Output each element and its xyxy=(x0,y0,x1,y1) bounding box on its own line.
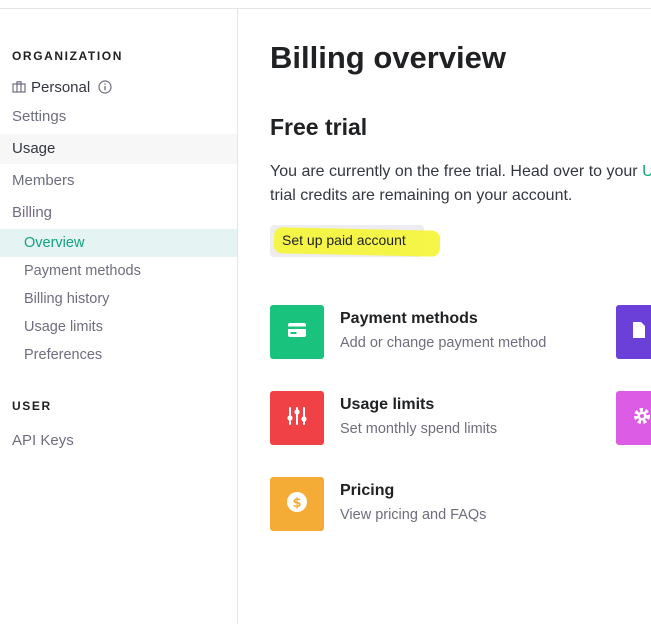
trial-description: You are currently on the free trial. Hea… xyxy=(270,160,651,208)
sidebar-subitem-overview[interactable]: Overview xyxy=(0,229,237,257)
info-icon[interactable] xyxy=(98,80,112,94)
main-content: Billing overview Free trial You are curr… xyxy=(270,0,651,624)
org-selector[interactable]: Personal xyxy=(12,77,112,97)
organization-heading: ORGANIZATION xyxy=(12,49,123,63)
sliders-icon xyxy=(286,406,308,431)
partial-card-tile-2[interactable] xyxy=(616,391,651,445)
sidebar-subitem-billing-history[interactable]: Billing history xyxy=(0,285,237,313)
usage-limits-tile xyxy=(270,391,324,445)
section-title: Free trial xyxy=(270,114,368,140)
gear-icon xyxy=(632,406,651,431)
pricing-card[interactable]: $ Pricing View pricing and FAQs xyxy=(270,477,590,533)
trial-text-1: You are currently on the free trial. Hea… xyxy=(270,163,638,180)
trial-line-2: trial credits are remaining on your acco… xyxy=(270,187,573,204)
usage-limits-description: Set monthly spend limits xyxy=(340,421,498,437)
sidebar-item-settings[interactable]: Settings xyxy=(0,102,237,132)
payment-methods-tile xyxy=(270,305,324,359)
sidebar-item-api-keys[interactable]: API Keys xyxy=(0,426,237,456)
sidebar-item-members[interactable]: Members xyxy=(0,166,237,196)
sidebar: ORGANIZATION Personal Settings Usage Mem… xyxy=(0,9,238,624)
sidebar-subitem-preferences[interactable]: Preferences xyxy=(0,341,237,369)
page-title: Billing overview xyxy=(270,40,507,75)
dollar-coin-icon: $ xyxy=(286,491,308,518)
sidebar-item-billing[interactable]: Billing xyxy=(0,198,237,228)
briefcase-icon xyxy=(12,80,26,94)
sidebar-subitem-payment-methods[interactable]: Payment methods xyxy=(0,257,237,285)
credit-card-icon xyxy=(287,322,307,343)
svg-text:$: $ xyxy=(292,496,301,511)
org-name: Personal xyxy=(31,78,91,96)
document-icon xyxy=(632,321,646,344)
user-heading: USER xyxy=(12,399,52,413)
sidebar-item-usage[interactable]: Usage xyxy=(0,134,237,164)
pricing-description: View pricing and FAQs xyxy=(340,507,487,523)
payment-methods-title: Payment methods xyxy=(340,310,478,327)
pricing-title: Pricing xyxy=(340,482,395,499)
usage-limits-title: Usage limits xyxy=(340,396,435,413)
payment-methods-description: Add or change payment method xyxy=(340,335,547,351)
sidebar-subitem-usage-limits[interactable]: Usage limits xyxy=(0,313,237,341)
pricing-tile: $ xyxy=(270,477,324,531)
set-up-paid-account-label: Set up paid account xyxy=(282,232,406,248)
set-up-paid-account-button[interactable]: Set up paid account xyxy=(270,225,441,257)
payment-methods-card[interactable]: Payment methods Add or change payment me… xyxy=(270,305,590,361)
partial-card-tile-1[interactable] xyxy=(616,305,651,359)
trial-line-1: You are currently on the free trial. Hea… xyxy=(270,160,651,184)
usage-link[interactable]: U xyxy=(642,163,651,180)
usage-limits-card[interactable]: Usage limits Set monthly spend limits xyxy=(270,391,590,447)
